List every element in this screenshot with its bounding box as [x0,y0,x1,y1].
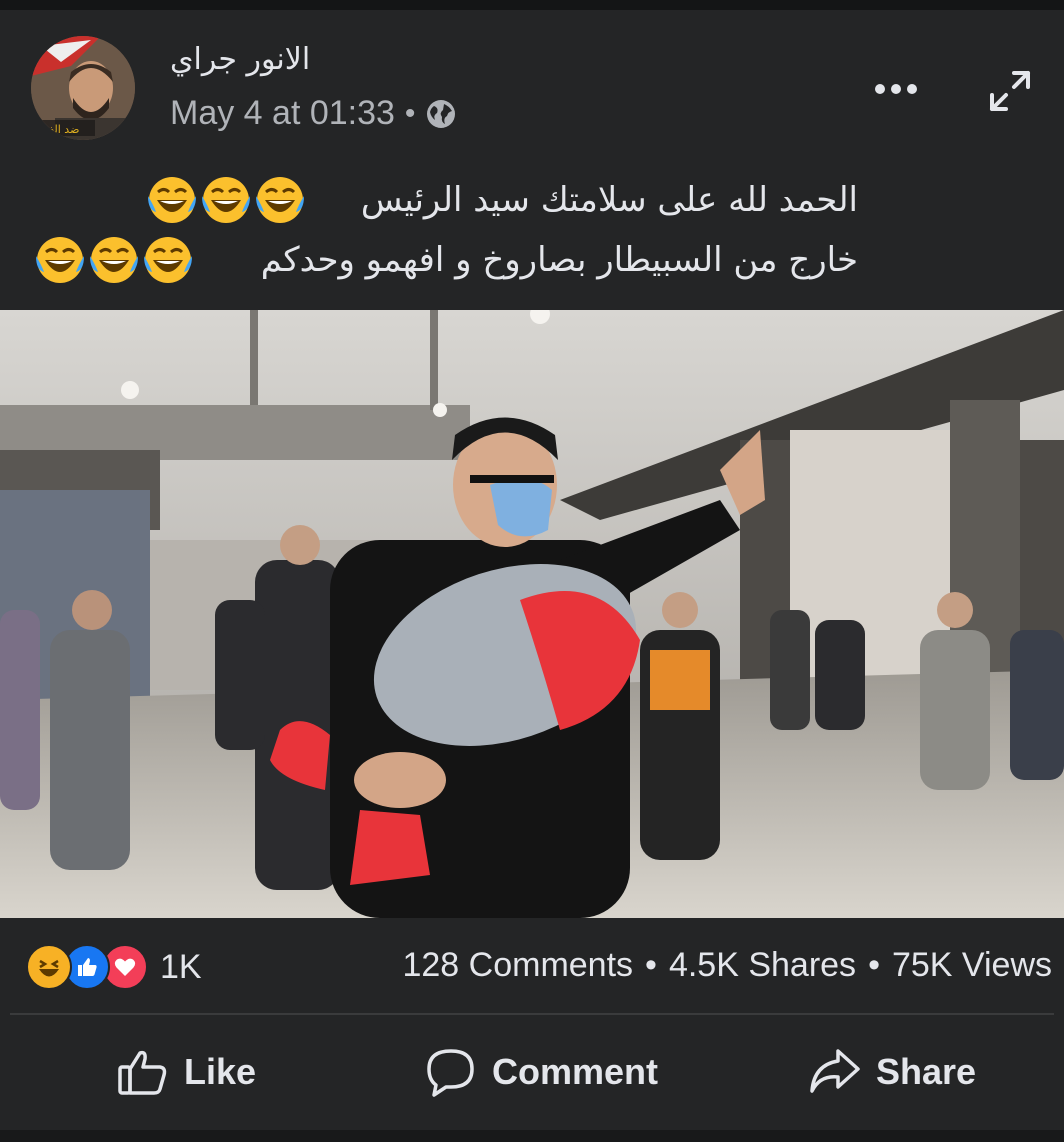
dot-icon [907,84,917,94]
stats-separator: • [868,945,880,984]
comment-button[interactable]: Comment [424,1045,658,1099]
laughing-tears-emoji-icon [256,177,304,223]
comment-icon [427,1049,474,1097]
shares-count[interactable]: 4.5K Shares [669,946,856,985]
dot-icon [891,84,901,94]
laughing-tears-emoji-icon [202,177,250,223]
views-count: 75K Views [891,945,1052,984]
svg-text:ضد الف: ضد الف [43,123,79,136]
haha-icon [26,944,72,990]
laughing-tears-emoji-icon [148,177,196,223]
thumbs-up-icon [118,1050,167,1095]
engagement-stats: 128 Comments • 4.5K Shares • 75K Views [402,944,1052,986]
laughing-tears-emoji-icon [90,237,138,283]
author-name[interactable]: الانور جراي [170,42,310,77]
divider [10,1013,1054,1015]
action-bar: Like Comment Share [0,1025,1064,1125]
meta-separator: • [404,96,416,130]
like-button[interactable]: Like [116,1045,256,1099]
comment-label: Comment [492,1051,659,1092]
comments-count[interactable]: 128 Comments [402,946,633,985]
post-card: ضد الف الانور جراي May 4 at 01:33 • الحم… [0,10,1064,1142]
post-meta: May 4 at 01:33 • [170,94,457,133]
more-options-button[interactable] [870,74,922,104]
post-video[interactable] [0,310,1064,918]
like-label: Like [184,1051,257,1092]
globe-icon [427,99,456,128]
reaction-summary[interactable]: 1K [26,944,202,990]
share-button[interactable]: Share [808,1045,976,1099]
top-strip [0,0,1064,10]
reaction-count[interactable]: 1K [160,948,202,987]
post-timestamp[interactable]: May 4 at 01:33 [170,94,395,133]
bottom-strip [0,1130,1064,1142]
expand-icon[interactable] [984,65,1036,117]
laughing-tears-emoji-icon [36,237,84,283]
avatar[interactable]: ضد الف [31,36,135,140]
share-label: Share [876,1051,977,1092]
share-icon [810,1049,860,1093]
laughing-tears-emoji-icon [144,237,192,283]
caption-emoji-row-2 [34,234,194,286]
dot-icon [875,84,885,94]
stats-separator: • [645,945,657,984]
caption-emoji-row-1 [146,174,306,226]
